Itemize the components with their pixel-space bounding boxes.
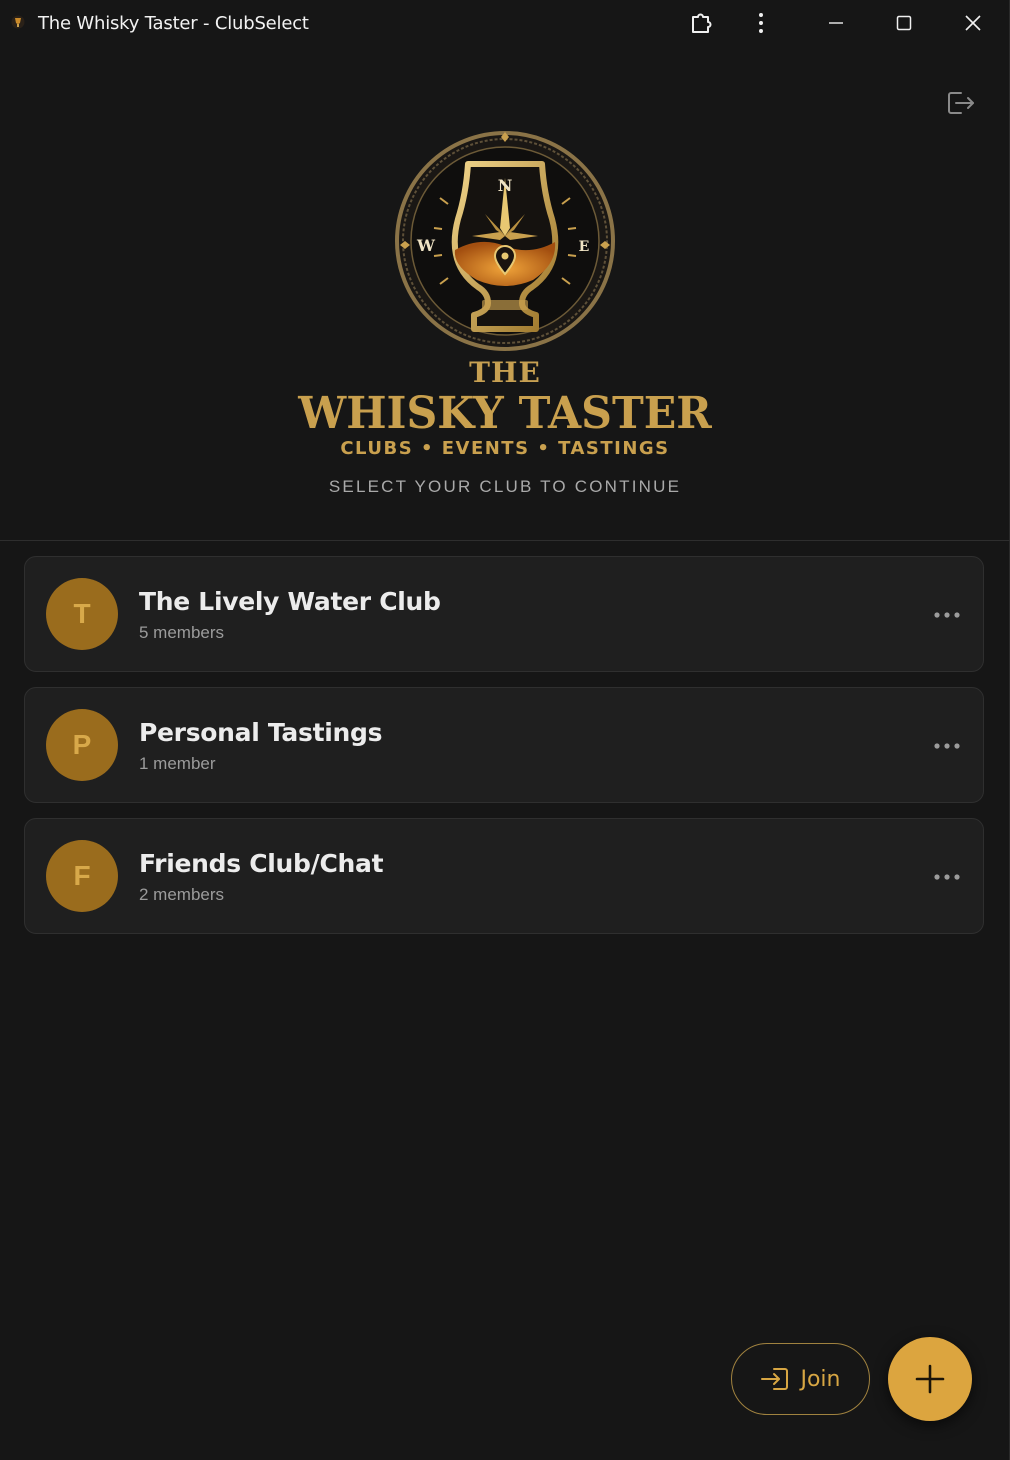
club-name: Personal Tastings [139,718,383,747]
create-club-button[interactable] [888,1337,972,1421]
login-icon [761,1368,789,1390]
club-member-count: 5 members [139,623,225,642]
plus-icon [915,1364,945,1394]
minimize-button[interactable] [808,0,864,46]
more-horizontal-icon [934,612,960,618]
club-options-button[interactable] [929,728,965,764]
club-member-count: 2 members [139,885,225,904]
extensions-button[interactable] [674,0,730,46]
club-card[interactable]: P Personal Tastings 1 member [24,687,984,803]
window-title: The Whisky Taster - ClubSelect [38,13,309,34]
club-name: Friends Club/Chat [139,849,384,878]
club-options-button[interactable] [929,859,965,895]
brand-name: WHISKY TASTER [298,388,712,439]
more-vertical-icon [759,13,763,33]
logout-button[interactable] [944,88,978,118]
club-avatar: P [46,709,118,781]
join-label: Join [800,1366,841,1392]
club-avatar: F [46,840,118,912]
maximize-icon [896,15,912,31]
app-window: The Whisky Taster - ClubSelect N W E THE… [0,0,1010,1460]
emblem-letter-w: W [416,236,436,255]
emblem-letter-e: E [579,239,590,255]
app-logo-icon [11,15,25,29]
emblem-letter-n: N [498,176,513,195]
brand-tagline: CLUBS • EVENTS • TASTINGS [340,438,670,459]
more-horizontal-icon [934,874,960,880]
join-club-button[interactable]: Join [731,1343,870,1415]
club-name: The Lively Water Club [139,587,441,616]
club-avatar: T [46,578,118,650]
maximize-button[interactable] [876,0,932,46]
close-button[interactable] [945,0,1001,46]
club-member-count: 1 member [139,754,216,773]
club-options-button[interactable] [929,597,965,633]
logout-icon [948,92,974,114]
minimize-icon [829,22,843,24]
header-divider [0,540,1010,541]
club-card[interactable]: F Friends Club/Chat 2 members [24,818,984,934]
close-icon [965,15,981,31]
more-horizontal-icon [934,743,960,749]
whisky-taster-emblem: N W E [395,131,615,351]
brand-the: THE [469,356,541,389]
more-options-button[interactable] [733,0,789,46]
title-bar: The Whisky Taster - ClubSelect [0,0,1010,46]
select-club-caption: SELECT YOUR CLUB TO CONTINUE [328,477,682,496]
club-card[interactable]: T The Lively Water Club 5 members [24,556,984,672]
extensions-icon [692,13,712,33]
